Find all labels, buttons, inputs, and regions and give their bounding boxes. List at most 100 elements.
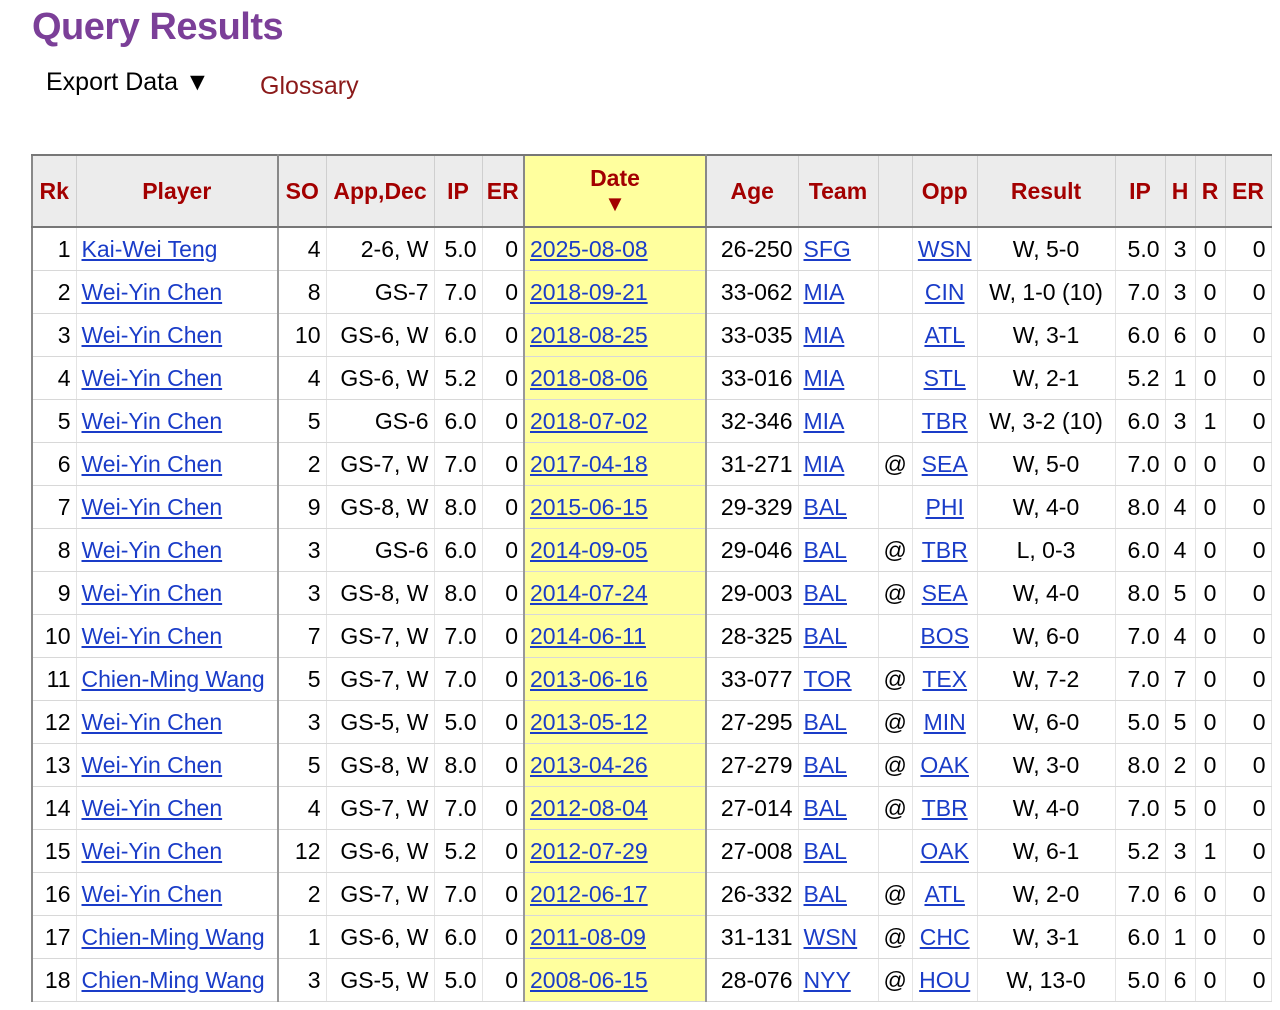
- opponent-link[interactable]: OAK: [920, 838, 969, 864]
- player-link[interactable]: Wei-Yin Chen: [82, 279, 223, 305]
- col-header-ip[interactable]: IP: [434, 154, 483, 228]
- innings-pitched-cell: 6.0: [434, 399, 483, 443]
- col-header-result[interactable]: Result: [977, 154, 1116, 228]
- game-date-link[interactable]: 2018-07-02: [530, 408, 648, 434]
- player-link[interactable]: Wei-Yin Chen: [82, 365, 223, 391]
- player-link[interactable]: Wei-Yin Chen: [82, 494, 223, 520]
- col-header-so[interactable]: SO: [278, 154, 327, 228]
- team-link[interactable]: MIA: [804, 408, 845, 434]
- col-header-app-dec[interactable]: App,Dec: [326, 154, 435, 228]
- opponent-link[interactable]: CHC: [920, 924, 970, 950]
- export-data-dropdown[interactable]: Export Data ▼: [46, 68, 210, 97]
- team-link[interactable]: SFG: [804, 236, 851, 262]
- opponent-link[interactable]: TBR: [922, 408, 968, 434]
- opponent-link[interactable]: SEA: [922, 451, 968, 477]
- opponent-link[interactable]: BOS: [920, 623, 969, 649]
- col-header-h[interactable]: H: [1165, 154, 1196, 228]
- col-header-opp[interactable]: Opp: [912, 154, 978, 228]
- game-date-cell: 2012-08-04: [523, 786, 707, 830]
- game-date-link[interactable]: 2025-08-08: [530, 236, 648, 262]
- table-row: 12 Wei-Yin Chen 3 GS-5, W 5.0 0 2013-05-12 27-2…: [32, 700, 1272, 744]
- team-link[interactable]: MIA: [804, 322, 845, 348]
- opponent-link[interactable]: ATL: [924, 881, 964, 907]
- game-date-link[interactable]: 2008-06-15: [530, 967, 648, 993]
- opponent-link[interactable]: HOU: [919, 967, 970, 993]
- player-link[interactable]: Chien-Ming Wang: [82, 967, 265, 993]
- col-header-team[interactable]: Team: [798, 154, 879, 228]
- game-date-link[interactable]: 2012-06-17: [530, 881, 648, 907]
- opponent-link[interactable]: WSN: [918, 236, 972, 262]
- opponent-link[interactable]: PHI: [926, 494, 964, 520]
- home-away-cell: @: [878, 958, 913, 1002]
- opponent-link[interactable]: TBR: [922, 795, 968, 821]
- col-header-rk[interactable]: Rk: [32, 154, 77, 228]
- col-header-date[interactable]: Date ▼: [523, 154, 707, 228]
- game-date-link[interactable]: 2018-08-25: [530, 322, 648, 348]
- col-header-player[interactable]: Player: [76, 154, 279, 228]
- game-date-link[interactable]: 2012-07-29: [530, 838, 648, 864]
- game-date-link[interactable]: 2014-07-24: [530, 580, 648, 606]
- result-cell: W, 2-0: [977, 872, 1116, 916]
- col-header-home-away[interactable]: [878, 154, 913, 228]
- col-header-age[interactable]: Age: [706, 154, 799, 228]
- player-link[interactable]: Wei-Yin Chen: [82, 795, 223, 821]
- team-link[interactable]: MIA: [804, 365, 845, 391]
- team-link[interactable]: BAL: [804, 537, 847, 563]
- team-link[interactable]: BAL: [804, 709, 847, 735]
- game-date-link[interactable]: 2018-09-21: [530, 279, 648, 305]
- player-link[interactable]: Wei-Yin Chen: [82, 709, 223, 735]
- col-header-er[interactable]: ER: [482, 154, 525, 228]
- team-link[interactable]: TOR: [804, 666, 852, 692]
- table-row: 5 Wei-Yin Chen 5 GS-6 6.0 0 2018-07-02 32-346 MI…: [32, 399, 1272, 443]
- player-link[interactable]: Wei-Yin Chen: [82, 623, 223, 649]
- game-date-link[interactable]: 2018-08-06: [530, 365, 648, 391]
- player-link[interactable]: Wei-Yin Chen: [82, 580, 223, 606]
- team-link[interactable]: BAL: [804, 881, 847, 907]
- player-link[interactable]: Wei-Yin Chen: [82, 881, 223, 907]
- team-link[interactable]: BAL: [804, 795, 847, 821]
- game-date-link[interactable]: 2013-06-16: [530, 666, 648, 692]
- team-link[interactable]: WSN: [804, 924, 858, 950]
- glossary-link[interactable]: Glossary: [260, 72, 359, 101]
- team-link[interactable]: BAL: [804, 623, 847, 649]
- game-date-link[interactable]: 2013-04-26: [530, 752, 648, 778]
- opponent-cell: OAK: [912, 743, 978, 787]
- team-link[interactable]: BAL: [804, 494, 847, 520]
- opponent-link[interactable]: TBR: [922, 537, 968, 563]
- opponent-link[interactable]: MIN: [924, 709, 966, 735]
- player-link[interactable]: Wei-Yin Chen: [82, 322, 223, 348]
- game-date-link[interactable]: 2014-09-05: [530, 537, 648, 563]
- opponent-link[interactable]: CIN: [925, 279, 965, 305]
- innings-pitched-cell: 6.0: [434, 313, 483, 357]
- opponent-link[interactable]: SEA: [922, 580, 968, 606]
- player-link[interactable]: Wei-Yin Chen: [82, 838, 223, 864]
- opponent-link[interactable]: ATL: [924, 322, 964, 348]
- opponent-link[interactable]: STL: [924, 365, 966, 391]
- opponent-link[interactable]: TEX: [922, 666, 967, 692]
- col-header-er-team[interactable]: ER: [1225, 154, 1272, 228]
- player-link[interactable]: Wei-Yin Chen: [82, 408, 223, 434]
- player-link[interactable]: Chien-Ming Wang: [82, 666, 265, 692]
- player-link[interactable]: Wei-Yin Chen: [82, 537, 223, 563]
- player-link[interactable]: Wei-Yin Chen: [82, 752, 223, 778]
- team-link[interactable]: MIA: [804, 451, 845, 477]
- team-link[interactable]: BAL: [804, 580, 847, 606]
- game-date-link[interactable]: 2014-06-11: [530, 623, 646, 649]
- col-header-r[interactable]: R: [1195, 154, 1226, 228]
- player-link[interactable]: Wei-Yin Chen: [82, 451, 223, 477]
- team-link[interactable]: BAL: [804, 838, 847, 864]
- opponent-link[interactable]: OAK: [920, 752, 969, 778]
- team-cell: BAL: [798, 528, 879, 572]
- team-link[interactable]: BAL: [804, 752, 847, 778]
- game-date-link[interactable]: 2015-06-15: [530, 494, 648, 520]
- team-link[interactable]: MIA: [804, 279, 845, 305]
- team-link[interactable]: NYY: [804, 967, 851, 993]
- game-date-link[interactable]: 2012-08-04: [530, 795, 648, 821]
- game-date-link[interactable]: 2017-04-18: [530, 451, 648, 477]
- game-date-link[interactable]: 2013-05-12: [530, 709, 648, 735]
- col-header-ip-team[interactable]: IP: [1115, 154, 1166, 228]
- age-cell: 31-271: [706, 442, 799, 486]
- player-link[interactable]: Kai-Wei Teng: [82, 236, 218, 262]
- player-link[interactable]: Chien-Ming Wang: [82, 924, 265, 950]
- game-date-link[interactable]: 2011-08-09: [530, 924, 646, 950]
